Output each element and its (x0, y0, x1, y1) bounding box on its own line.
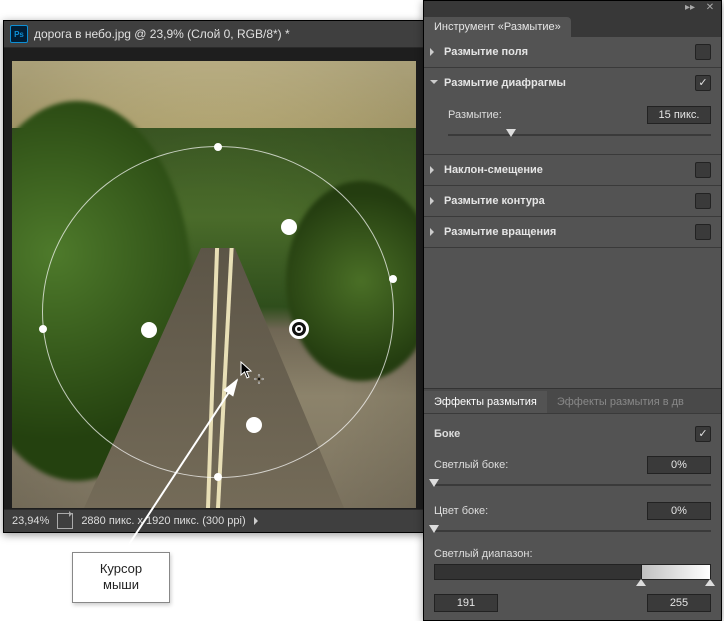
collapse-icon[interactable]: ▸▸ (683, 3, 697, 13)
section-spin-blur: Размытие вращения (424, 217, 721, 248)
iris-blur-checkbox[interactable] (695, 75, 711, 91)
section-spin-blur-title: Размытие вращения (444, 226, 689, 238)
spin-blur-checkbox[interactable] (695, 224, 711, 240)
section-path-blur: Размытие контура (424, 186, 721, 217)
range-thumb-max[interactable] (705, 574, 715, 586)
canvas[interactable] (12, 61, 416, 508)
slider-thumb[interactable] (429, 479, 439, 492)
blur-amount-slider[interactable] (448, 128, 711, 142)
image-content (12, 61, 416, 508)
close-icon[interactable]: ✕ (703, 3, 717, 13)
document-titlebar[interactable]: Ps дорога в небо.jpg @ 23,9% (Слой 0, RG… (4, 21, 424, 48)
panel-window-controls: ▸▸ ✕ (424, 1, 721, 16)
bokeh-checkbox[interactable] (695, 426, 711, 442)
range-max-value[interactable]: 255 (647, 594, 711, 612)
export-icon[interactable] (57, 513, 73, 529)
light-bokeh-slider[interactable] (434, 478, 711, 492)
blur-amount-label: Размытие: (448, 109, 502, 121)
bokeh-title: Боке (434, 428, 460, 440)
blur-amount-value[interactable]: 15 пикс. (647, 106, 711, 124)
slider-thumb[interactable] (429, 525, 439, 538)
color-bokeh-slider[interactable] (434, 524, 711, 538)
light-bokeh-value[interactable]: 0% (647, 456, 711, 474)
effects-tabs: Эффекты размытия Эффекты размытия в дв (424, 388, 721, 413)
chevron-right-icon (430, 166, 438, 174)
section-field-blur: Размытие поля (424, 37, 721, 68)
effects-body: Боке Светлый боке: 0% Цвет боке: 0% (424, 413, 721, 620)
slider-thumb[interactable] (506, 129, 516, 142)
tilt-shift-checkbox[interactable] (695, 162, 711, 178)
chevron-right-icon[interactable] (254, 517, 262, 525)
cursor-move-subicon (254, 374, 264, 384)
panel-tabs: Инструмент «Размытие» (424, 16, 721, 38)
callout-line1: Курсор (100, 561, 142, 576)
section-iris-blur: Размытие диафрагмы Размытие: 15 пикс. (424, 68, 721, 155)
section-iris-blur-header[interactable]: Размытие диафрагмы (424, 68, 721, 98)
chevron-right-icon (430, 197, 438, 205)
section-field-blur-title: Размытие поля (444, 46, 689, 58)
ps-app-icon: Ps (10, 25, 28, 43)
color-bokeh-value[interactable]: 0% (647, 502, 711, 520)
range-min-value[interactable]: 191 (434, 594, 498, 612)
section-iris-blur-body: Размытие: 15 пикс. (424, 98, 721, 154)
doc-dimensions: 2880 пикс. x 1920 пикс. (300 ppi) (81, 515, 245, 527)
document-window: Ps дорога в небо.jpg @ 23,9% (Слой 0, RG… (3, 20, 425, 533)
chevron-right-icon (430, 228, 438, 236)
field-blur-checkbox[interactable] (695, 44, 711, 60)
path-blur-checkbox[interactable] (695, 193, 711, 209)
mouse-cursor-icon (240, 361, 254, 379)
range-thumb-min[interactable] (636, 574, 646, 586)
light-bokeh-label: Светлый боке: (434, 459, 508, 471)
section-path-blur-title: Размытие контура (444, 195, 689, 207)
zoom-value[interactable]: 23,94% (12, 515, 49, 527)
tab-blur-effects[interactable]: Эффекты размытия (424, 391, 547, 413)
tab-motion-effects[interactable]: Эффекты размытия в дв (547, 391, 694, 413)
document-title: дорога в небо.jpg @ 23,9% (Слой 0, RGB/8… (34, 27, 290, 41)
light-range-gradient[interactable] (434, 564, 711, 580)
section-tilt-shift-title: Наклон-смещение (444, 164, 689, 176)
blur-tools-panel: ▸▸ ✕ Инструмент «Размытие» Размытие поля… (423, 0, 722, 621)
chevron-down-icon (430, 80, 438, 88)
section-field-blur-header[interactable]: Размытие поля (424, 37, 721, 67)
section-iris-blur-title: Размытие диафрагмы (444, 77, 689, 89)
light-range-label: Светлый диапазон: (434, 548, 533, 560)
status-bar: 23,94% 2880 пикс. x 1920 пикс. (300 ppi) (4, 509, 424, 532)
chevron-right-icon (430, 48, 438, 56)
section-tilt-shift: Наклон-смещение (424, 155, 721, 186)
color-bokeh-label: Цвет боке: (434, 505, 488, 517)
section-path-blur-header[interactable]: Размытие контура (424, 186, 721, 216)
callout-label: Курсор мыши (72, 552, 170, 603)
tab-blur-tools[interactable]: Инструмент «Размытие» (424, 17, 571, 37)
section-tilt-shift-header[interactable]: Наклон-смещение (424, 155, 721, 185)
callout-line2: мыши (103, 577, 139, 592)
section-spin-blur-header[interactable]: Размытие вращения (424, 217, 721, 247)
